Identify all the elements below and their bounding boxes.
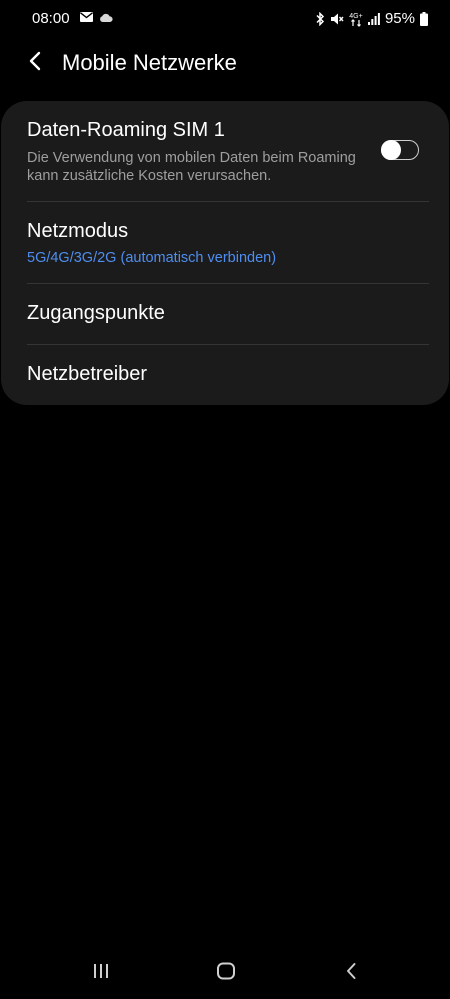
- mail-icon: [80, 12, 93, 22]
- recent-apps-icon: [92, 963, 110, 984]
- battery-icon: [420, 11, 428, 26]
- network-mode-row[interactable]: Netzmodus 5G/4G/3G/2G (automatisch verbi…: [1, 202, 449, 283]
- data-roaming-title: Daten-Roaming SIM 1: [27, 119, 225, 141]
- access-points-title: Zugangspunkte: [27, 302, 165, 324]
- home-icon: [216, 962, 236, 985]
- status-bar: 08:00 4G+ 95%: [0, 0, 450, 38]
- app-header: Mobile Netzwerke: [0, 40, 450, 86]
- network-operators-row[interactable]: Netzbetreiber: [1, 345, 449, 405]
- signal-icon: [367, 12, 380, 25]
- network-mode-value: 5G/4G/3G/2G (automatisch verbinden): [27, 250, 277, 266]
- battery-percentage: 95%: [384, 10, 415, 27]
- notification-icons: [80, 12, 113, 22]
- page-title: Mobile Netzwerke: [62, 50, 237, 75]
- network-4g-label: 4G+: [349, 13, 362, 20]
- back-icon: [345, 962, 357, 985]
- home-button[interactable]: [211, 960, 241, 986]
- cloud-icon: [99, 13, 113, 22]
- network-4g-icon: 4G+: [349, 11, 363, 27]
- network-operators-title: Netzbetreiber: [27, 363, 148, 385]
- mute-icon: [330, 12, 344, 26]
- back-button[interactable]: [20, 48, 50, 78]
- nav-back-button[interactable]: [336, 960, 366, 986]
- back-arrow-icon: [28, 51, 42, 76]
- data-roaming-row[interactable]: Daten-Roaming SIM 1 Die Verwendung von m…: [1, 101, 449, 201]
- access-points-row[interactable]: Zugangspunkte: [1, 284, 449, 344]
- network-mode-title: Netzmodus: [27, 220, 129, 242]
- recent-apps-button[interactable]: [86, 960, 116, 986]
- navigation-bar: [0, 950, 450, 996]
- bluetooth-icon: [315, 11, 325, 26]
- status-time: 08:00: [32, 10, 70, 27]
- data-roaming-toggle[interactable]: [380, 139, 419, 160]
- settings-card: Daten-Roaming SIM 1 Die Verwendung von m…: [1, 101, 449, 405]
- data-roaming-description: Die Verwendung von mobilen Daten beim Ro…: [27, 150, 356, 184]
- toggle-knob: [380, 139, 401, 160]
- status-right-icons: 4G+ 95%: [315, 10, 428, 27]
